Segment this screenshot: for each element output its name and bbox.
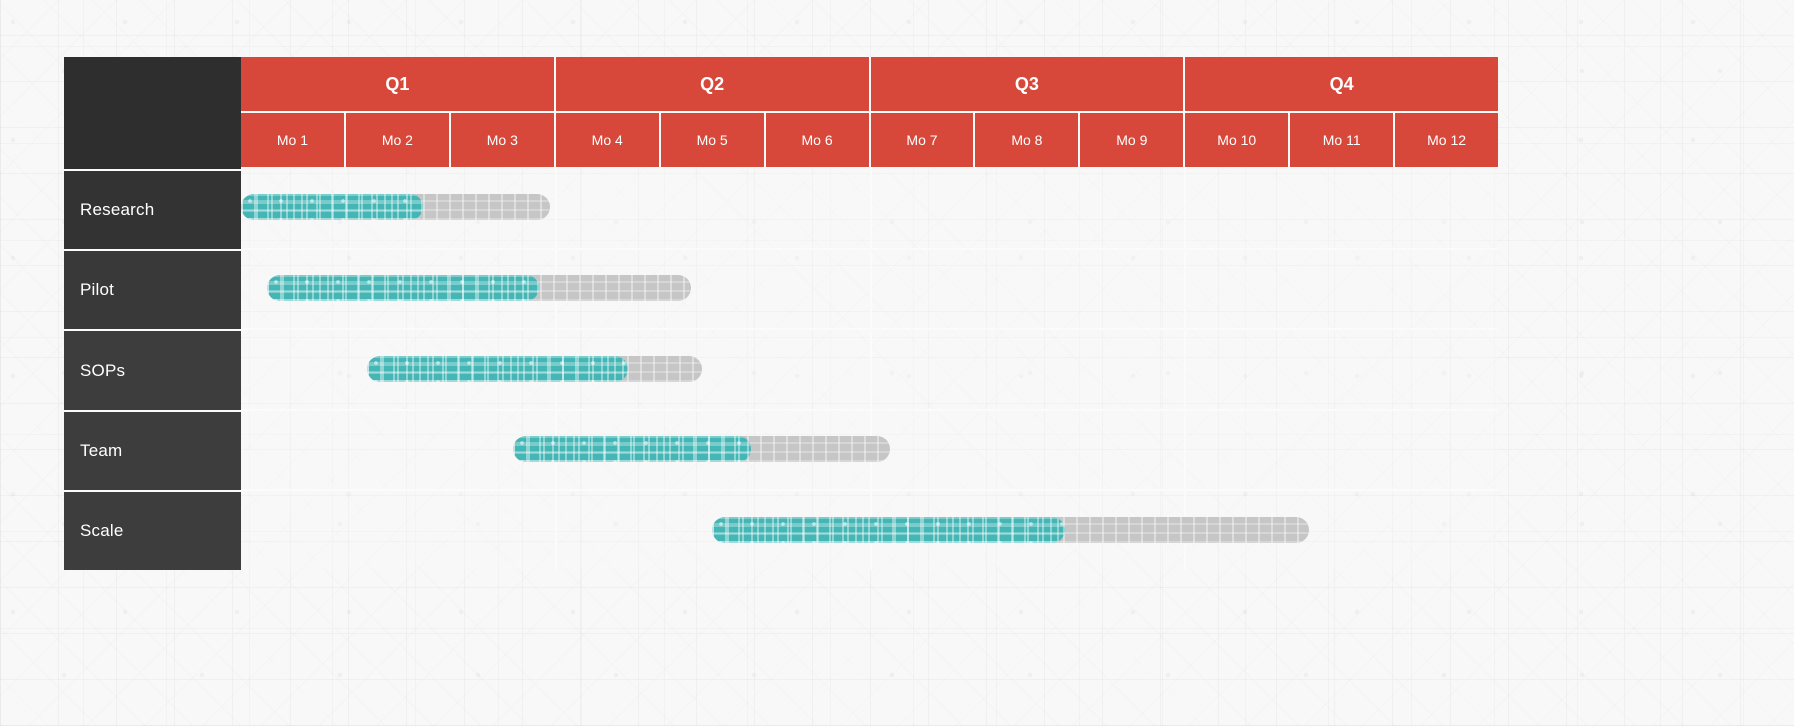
gantt-bar-scale[interactable] (712, 516, 1310, 543)
task-label-scale[interactable]: Scale (64, 491, 241, 571)
month-header-7[interactable]: Mo 7 (870, 113, 976, 167)
gantt-bar-progress (513, 436, 751, 463)
task-label-pilot[interactable]: Pilot (64, 251, 241, 332)
quarter-header-q1[interactable]: Q1 (241, 57, 556, 113)
grid-horizontal-line (241, 489, 1498, 492)
month-label: Mo 10 (1217, 132, 1257, 148)
month-header-2[interactable]: Mo 2 (345, 113, 451, 167)
month-header-row: Mo 1 Mo 2 Mo 3 Mo 4 Mo 5 Mo 6 Mo 7 Mo 8 … (241, 113, 1499, 167)
gantt-bar-research[interactable] (241, 194, 550, 221)
timeline-column: Q1 Q2 Q3 Q4 Mo 1 Mo 2 Mo 3 Mo 4 Mo 5 Mo … (241, 57, 1499, 570)
month-label: Mo 4 (591, 132, 623, 148)
month-label: Mo 1 (276, 132, 309, 148)
quarter-header-q2[interactable]: Q2 (555, 57, 871, 113)
month-header-3[interactable]: Mo 3 (450, 113, 556, 167)
gantt-bar-progress (241, 194, 424, 221)
month-header-9[interactable]: Mo 9 (1080, 113, 1186, 167)
gantt-bar-team[interactable] (513, 436, 891, 463)
grid-vertical-line (869, 167, 872, 570)
month-label: Mo 7 (906, 132, 938, 148)
task-label-column: Research Pilot SOPs Team Scale (64, 57, 241, 571)
month-header-4[interactable]: Mo 4 (555, 113, 661, 167)
task-label-text: SOPs (80, 360, 126, 380)
quarter-header-row: Q1 Q2 Q3 Q4 (241, 57, 1498, 113)
quarter-label: Q4 (1329, 73, 1354, 94)
quarter-header-q4[interactable]: Q4 (1185, 57, 1498, 113)
month-label: Mo 9 (1116, 132, 1148, 148)
grid-horizontal-line (241, 328, 1498, 331)
month-label: Mo 11 (1322, 132, 1361, 148)
gantt-grid-area (241, 167, 1498, 570)
month-header-6[interactable]: Mo 6 (765, 113, 871, 167)
task-label-team[interactable]: Team (64, 411, 241, 492)
month-header-12[interactable]: Mo 12 (1395, 113, 1499, 167)
month-header-8[interactable]: Mo 8 (975, 113, 1081, 167)
gantt-bar-sops[interactable] (366, 355, 702, 382)
month-header-5[interactable]: Mo 5 (660, 113, 766, 167)
gantt-chart-page: Research Pilot SOPs Team Scale Q1 Q2 Q3 … (0, 0, 1794, 726)
gantt-bar-progress (366, 355, 629, 382)
month-label: Mo 5 (696, 132, 728, 148)
month-header-1[interactable]: Mo 1 (241, 113, 346, 167)
quarter-label: Q1 (385, 73, 410, 94)
task-label-text: Pilot (80, 280, 115, 300)
month-label: Mo 3 (486, 132, 518, 148)
gantt-body: Research Pilot SOPs Team Scale Q1 Q2 Q3 … (64, 57, 1499, 571)
month-header-11[interactable]: Mo 11 (1290, 113, 1396, 167)
quarter-header-q3[interactable]: Q3 (870, 57, 1186, 113)
task-label-list: Research Pilot SOPs Team Scale (64, 171, 241, 571)
gantt-bar-progress (712, 516, 1065, 543)
grid-vertical-line (1183, 167, 1186, 570)
month-label: Mo 2 (381, 132, 413, 148)
task-label-text: Scale (80, 520, 124, 540)
month-header-10[interactable]: Mo 10 (1185, 113, 1291, 167)
gantt-bar-pilot[interactable] (267, 274, 692, 301)
month-label: Mo 8 (1011, 132, 1043, 148)
task-label-text: Research (80, 200, 155, 220)
gantt-chart: Research Pilot SOPs Team Scale Q1 Q2 Q3 … (64, 57, 1499, 571)
task-label-sops[interactable]: SOPs (64, 331, 241, 412)
task-label-text: Team (80, 440, 123, 460)
grid-horizontal-line (241, 247, 1498, 250)
grid-horizontal-line (241, 408, 1498, 411)
month-label: Mo 12 (1427, 132, 1467, 148)
task-label-research[interactable]: Research (64, 171, 241, 252)
gantt-bar-progress (267, 274, 539, 301)
month-label: Mo 6 (801, 132, 833, 148)
task-column-header (64, 57, 241, 171)
quarter-label: Q3 (1014, 73, 1039, 94)
quarter-label: Q2 (700, 73, 725, 94)
